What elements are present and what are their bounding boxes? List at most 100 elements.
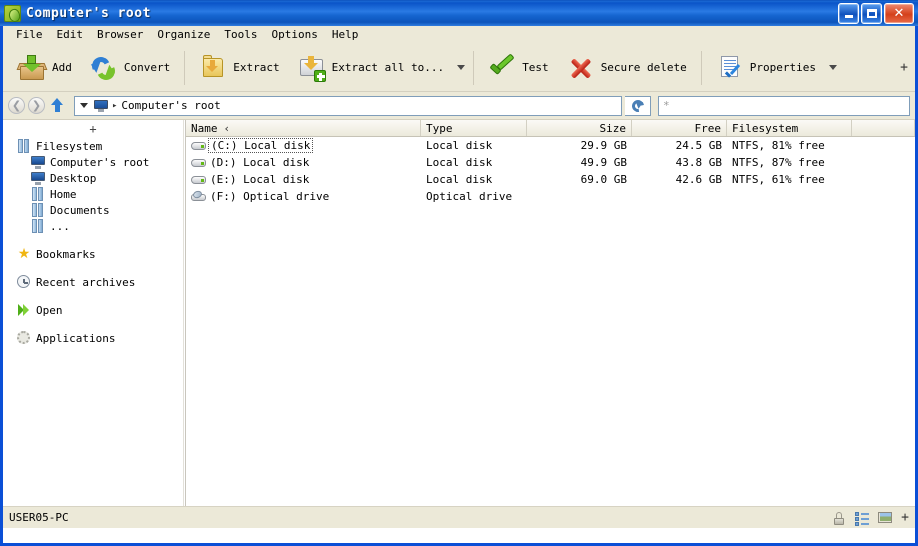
peazip-logo-icon	[4, 5, 21, 22]
row-type-cell: Local disk	[426, 139, 493, 152]
status-overflow-button[interactable]: +	[901, 510, 909, 525]
menu-item-help[interactable]: Help	[325, 27, 366, 42]
sidebar-item-recent-archives[interactable]: Recent archives	[3, 274, 183, 290]
hard-disk-drive-icon	[191, 174, 206, 186]
secure-delete-button[interactable]: Secure delete	[558, 47, 696, 89]
main-toolbar: Add Convert Extract Extract all to... Te…	[3, 44, 915, 92]
row-filesystem-cell: NTFS, 81% free	[732, 139, 825, 152]
column-header-filesystem[interactable]: Filesystem	[727, 120, 852, 136]
thumbnail-image-icon[interactable]	[878, 511, 893, 525]
gear-icon	[17, 331, 31, 345]
hard-disk-icon	[31, 187, 45, 201]
sidebar-group-filesystem: Filesystem Computer's root Desktop Home …	[3, 138, 183, 234]
peazip-window: Computer's root ✕ File Edit Browser Orga…	[0, 0, 918, 546]
refresh-icon	[629, 97, 646, 114]
computer-monitor-icon	[31, 155, 45, 169]
up-icon[interactable]	[48, 96, 67, 115]
test-button-label: Test	[522, 61, 549, 74]
properties-button-label: Properties	[749, 61, 817, 74]
sidebar-item-label: Home	[50, 187, 77, 201]
filter-input[interactable]	[663, 99, 905, 112]
table-row[interactable]: (E:) Local disk Local disk 69.0 GB 42.6 …	[186, 171, 915, 188]
menu-item-options[interactable]: Options	[264, 27, 324, 42]
sidebar-item-filesystem[interactable]: Filesystem	[3, 138, 183, 154]
table-row[interactable]: (D:) Local disk Local disk 49.9 GB 43.8 …	[186, 154, 915, 171]
row-type-cell: Local disk	[426, 173, 493, 186]
window-controls: ✕	[838, 3, 914, 24]
column-header-size[interactable]: Size	[527, 120, 632, 136]
row-name-cell[interactable]: (D:) Local disk	[186, 156, 421, 169]
add-box-icon	[16, 54, 48, 82]
breadcrumb: Computer's root	[121, 99, 221, 112]
convert-button[interactable]: Convert	[81, 47, 179, 89]
hard-disk-icon	[17, 139, 31, 153]
toolbar-separator-2	[473, 50, 475, 85]
column-header-free[interactable]: Free	[632, 120, 727, 136]
properties-button[interactable]: Properties	[707, 47, 825, 89]
hard-disk-drive-icon	[191, 140, 206, 152]
sidebar-item-label: Open	[36, 303, 63, 317]
table-row[interactable]: (F:) Optical drive Optical drive	[186, 188, 915, 205]
extract-button[interactable]: Extract	[190, 47, 288, 89]
sidebar-item-bookmarks[interactable]: ★ Bookmarks	[3, 246, 183, 262]
sidebar-item-computers-root[interactable]: Computer's root	[3, 154, 183, 170]
sidebar-item-label: Bookmarks	[36, 247, 96, 261]
breadcrumb-separator: ▸	[112, 100, 118, 111]
sidebar-gap-2	[3, 262, 183, 274]
minimize-button[interactable]	[838, 3, 859, 24]
row-name-cell[interactable]: (C:) Local disk	[186, 138, 421, 153]
sidebar-item-documents[interactable]: Documents	[3, 202, 183, 218]
sidebar-item-applications[interactable]: Applications	[3, 330, 183, 346]
extract-all-to-button[interactable]: Extract all to...	[289, 47, 454, 89]
sidebar-item-home[interactable]: Home	[3, 186, 183, 202]
extract-all-to-button-label: Extract all to...	[331, 61, 445, 74]
toolbar-overflow-button[interactable]: +	[900, 60, 908, 75]
filter-field[interactable]	[658, 95, 910, 116]
row-name-label: (F:) Optical drive	[210, 190, 330, 203]
menu-bar: File Edit Browser Organize Tools Options…	[3, 26, 915, 44]
properties-dropdown-chevron-down-icon[interactable]	[829, 65, 838, 70]
details-list-icon[interactable]	[855, 511, 870, 526]
test-button[interactable]: Test	[479, 47, 558, 89]
column-header-spacer[interactable]	[852, 120, 915, 136]
status-text: USER05-PC	[9, 511, 69, 524]
sidebar-item-label: Recent archives	[36, 275, 136, 289]
extract-all-dropdown-chevron-down-icon[interactable]	[457, 65, 466, 70]
refresh-button[interactable]	[625, 95, 651, 116]
sidebar-item-open[interactable]: Open	[3, 302, 183, 318]
table-row[interactable]: (C:) Local disk Local disk 29.9 GB 24.5 …	[186, 137, 915, 154]
row-name-cell[interactable]: (F:) Optical drive	[186, 190, 421, 203]
star-icon: ★	[17, 246, 31, 262]
menu-item-file[interactable]: File	[9, 27, 50, 42]
row-type-cell: Optical drive	[426, 190, 513, 203]
menu-item-tools[interactable]: Tools	[217, 27, 264, 42]
sidebar-expand-button[interactable]: +	[3, 122, 183, 136]
navigation-sidebar: + Filesystem Computer's root Desktop Hom…	[3, 120, 183, 506]
sidebar-item-label: Desktop	[50, 171, 97, 185]
sidebar-item-desktop[interactable]: Desktop	[3, 170, 183, 186]
back-icon[interactable]: ❮	[8, 97, 25, 114]
row-name-cell[interactable]: (E:) Local disk	[186, 173, 421, 186]
menu-item-organize[interactable]: Organize	[150, 27, 217, 42]
menu-item-edit[interactable]: Edit	[50, 27, 91, 42]
status-icon-group	[832, 511, 893, 526]
column-header-type[interactable]: Type	[421, 120, 527, 136]
add-button[interactable]: Add	[9, 47, 81, 89]
hard-disk-drive-icon	[191, 157, 206, 169]
row-name-label: (E:) Local disk	[210, 173, 310, 186]
main-body: + Filesystem Computer's root Desktop Hom…	[3, 120, 915, 506]
column-header-name[interactable]: Name ‹	[186, 120, 421, 136]
address-history-chevron-down-icon[interactable]	[80, 103, 88, 108]
sidebar-item-label: Applications	[36, 331, 116, 345]
menu-item-browser[interactable]: Browser	[90, 27, 150, 42]
maximize-button[interactable]	[861, 3, 882, 24]
optical-drive-icon	[191, 190, 206, 203]
sidebar-item-more[interactable]: ...	[3, 218, 183, 234]
sort-indicator-icon: ‹	[223, 121, 231, 135]
address-input[interactable]: ▸ Computer's root	[74, 95, 622, 116]
forward-icon[interactable]: ❯	[28, 97, 45, 114]
toolbar-separator-1	[184, 50, 186, 85]
close-button[interactable]: ✕	[884, 3, 914, 24]
sidebar-gap-3	[3, 290, 183, 302]
lock-icon[interactable]	[832, 511, 846, 525]
